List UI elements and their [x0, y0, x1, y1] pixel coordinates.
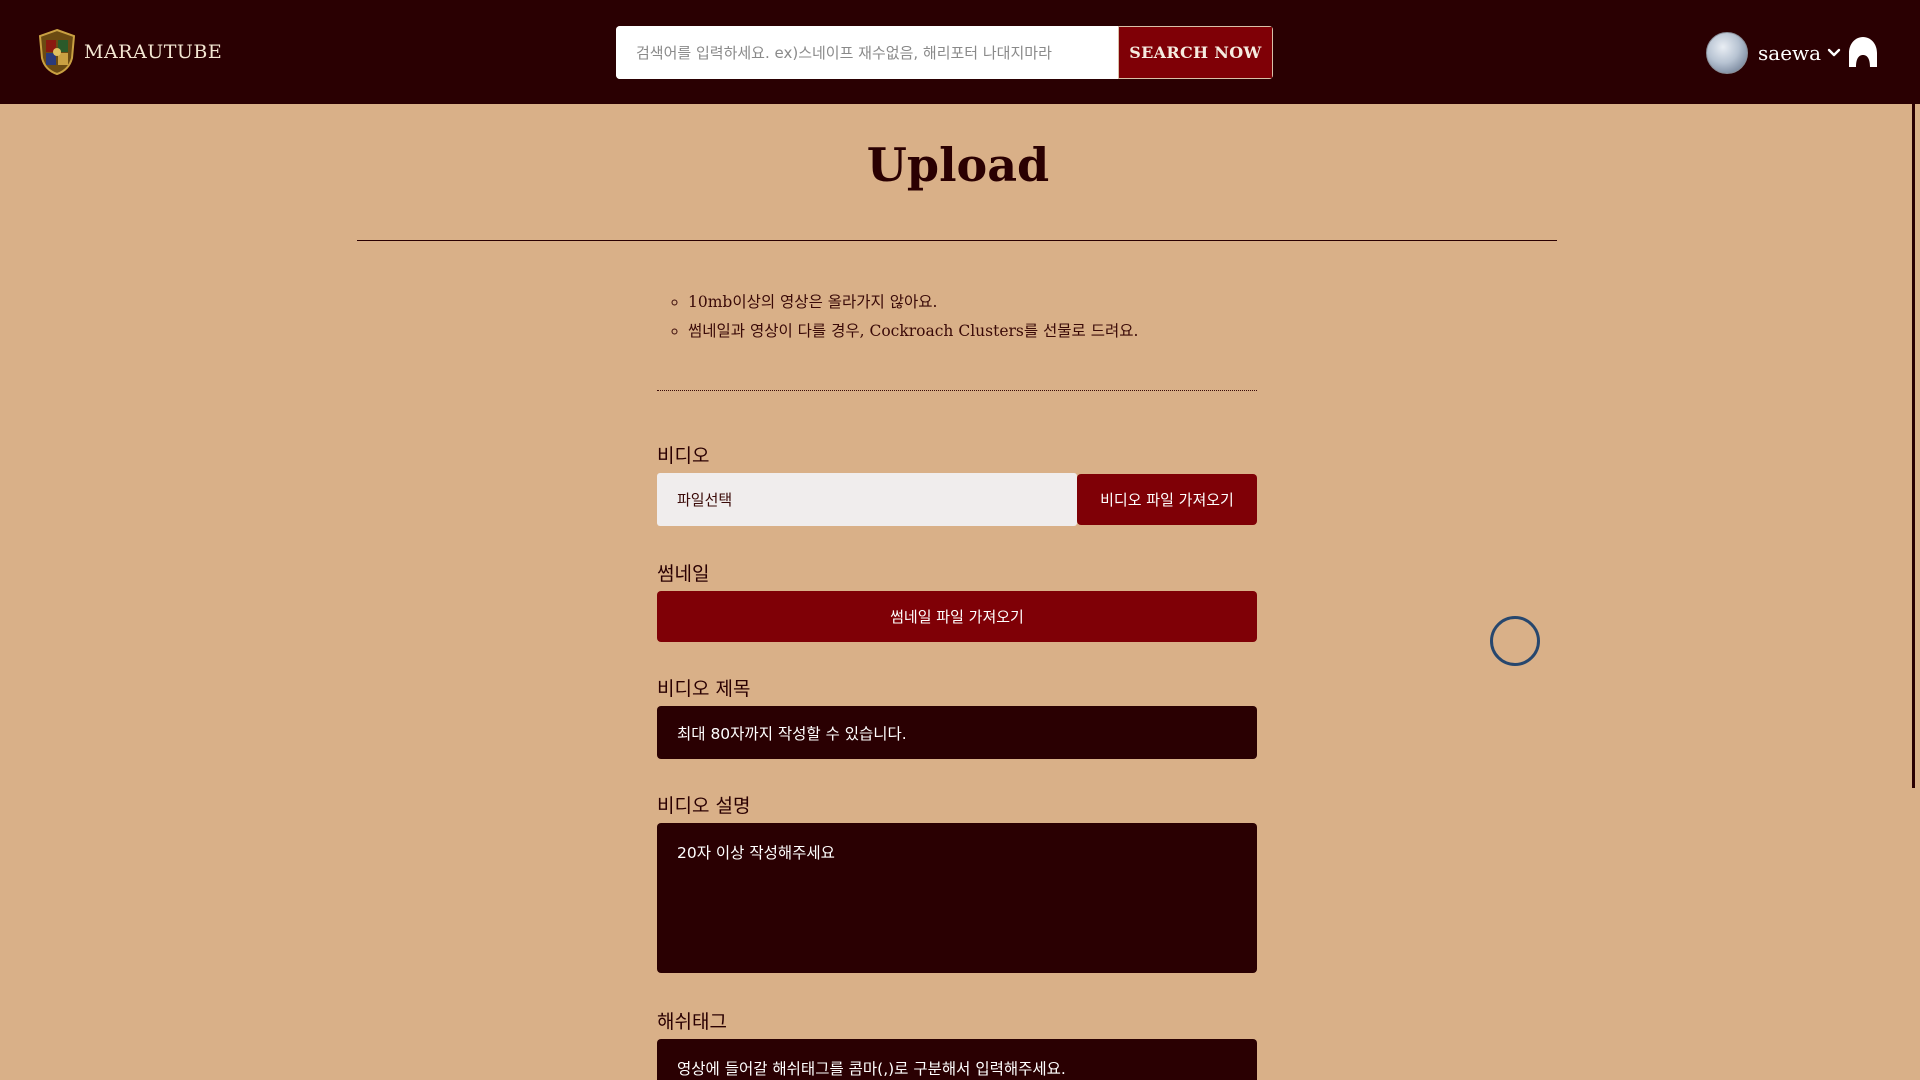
thumbnail-label: 썸네일 — [657, 563, 710, 585]
hogwarts-crest-icon — [38, 28, 76, 76]
thumbnail-file-button[interactable]: 썸네일 파일 가져오기 — [657, 591, 1257, 642]
video-label: 비디오 — [657, 445, 710, 467]
video-file-field[interactable]: 파일선택 — [657, 473, 1077, 526]
cursor-indicator — [1490, 616, 1540, 666]
video-file-picker: 파일선택 비디오 파일 가져오기 — [657, 473, 1257, 526]
search-button[interactable]: SEARCH NOW — [1118, 26, 1273, 79]
profile-icon[interactable] — [1848, 36, 1878, 68]
video-description-label: 비디오 설명 — [657, 795, 751, 817]
chevron-down-icon[interactable] — [1827, 48, 1841, 58]
user-menu[interactable]: saewa — [1706, 32, 1841, 74]
avatar[interactable] — [1706, 32, 1748, 74]
video-file-button[interactable]: 비디오 파일 가져오기 — [1077, 474, 1257, 525]
hashtag-input[interactable]: 영상에 들어갈 해쉬태그를 콤마(,)로 구분해서 입력해주세요. — [657, 1039, 1257, 1080]
search-bar: SEARCH NOW — [616, 26, 1273, 79]
video-title-label: 비디오 제목 — [657, 678, 751, 700]
username[interactable]: saewa — [1758, 41, 1821, 65]
divider — [357, 240, 1557, 241]
hashtag-label: 해쉬태그 — [657, 1011, 727, 1033]
list-item: 10mb이상의 영상은 올라가지 않아요. — [688, 288, 1138, 317]
search-input[interactable] — [616, 26, 1118, 79]
upload-notice-list: 10mb이상의 영상은 올라가지 않아요. 썸네일과 영상이 다를 경우, Co… — [664, 288, 1138, 346]
page-title: Upload — [866, 138, 1050, 192]
video-title-input[interactable]: 최대 80자까지 작성할 수 있습니다. — [657, 706, 1257, 759]
scrollbar[interactable] — [1912, 104, 1915, 788]
top-navigation-bar: MARAUTUBE SEARCH NOW saewa — [0, 0, 1920, 104]
list-item: 썸네일과 영상이 다를 경우, Cockroach Clusters를 선물로 … — [688, 317, 1138, 346]
logo-text: MARAUTUBE — [84, 41, 223, 63]
dotted-divider — [657, 390, 1257, 391]
video-description-textarea[interactable]: 20자 이상 작성해주세요 — [657, 823, 1257, 973]
logo[interactable]: MARAUTUBE — [36, 28, 222, 76]
